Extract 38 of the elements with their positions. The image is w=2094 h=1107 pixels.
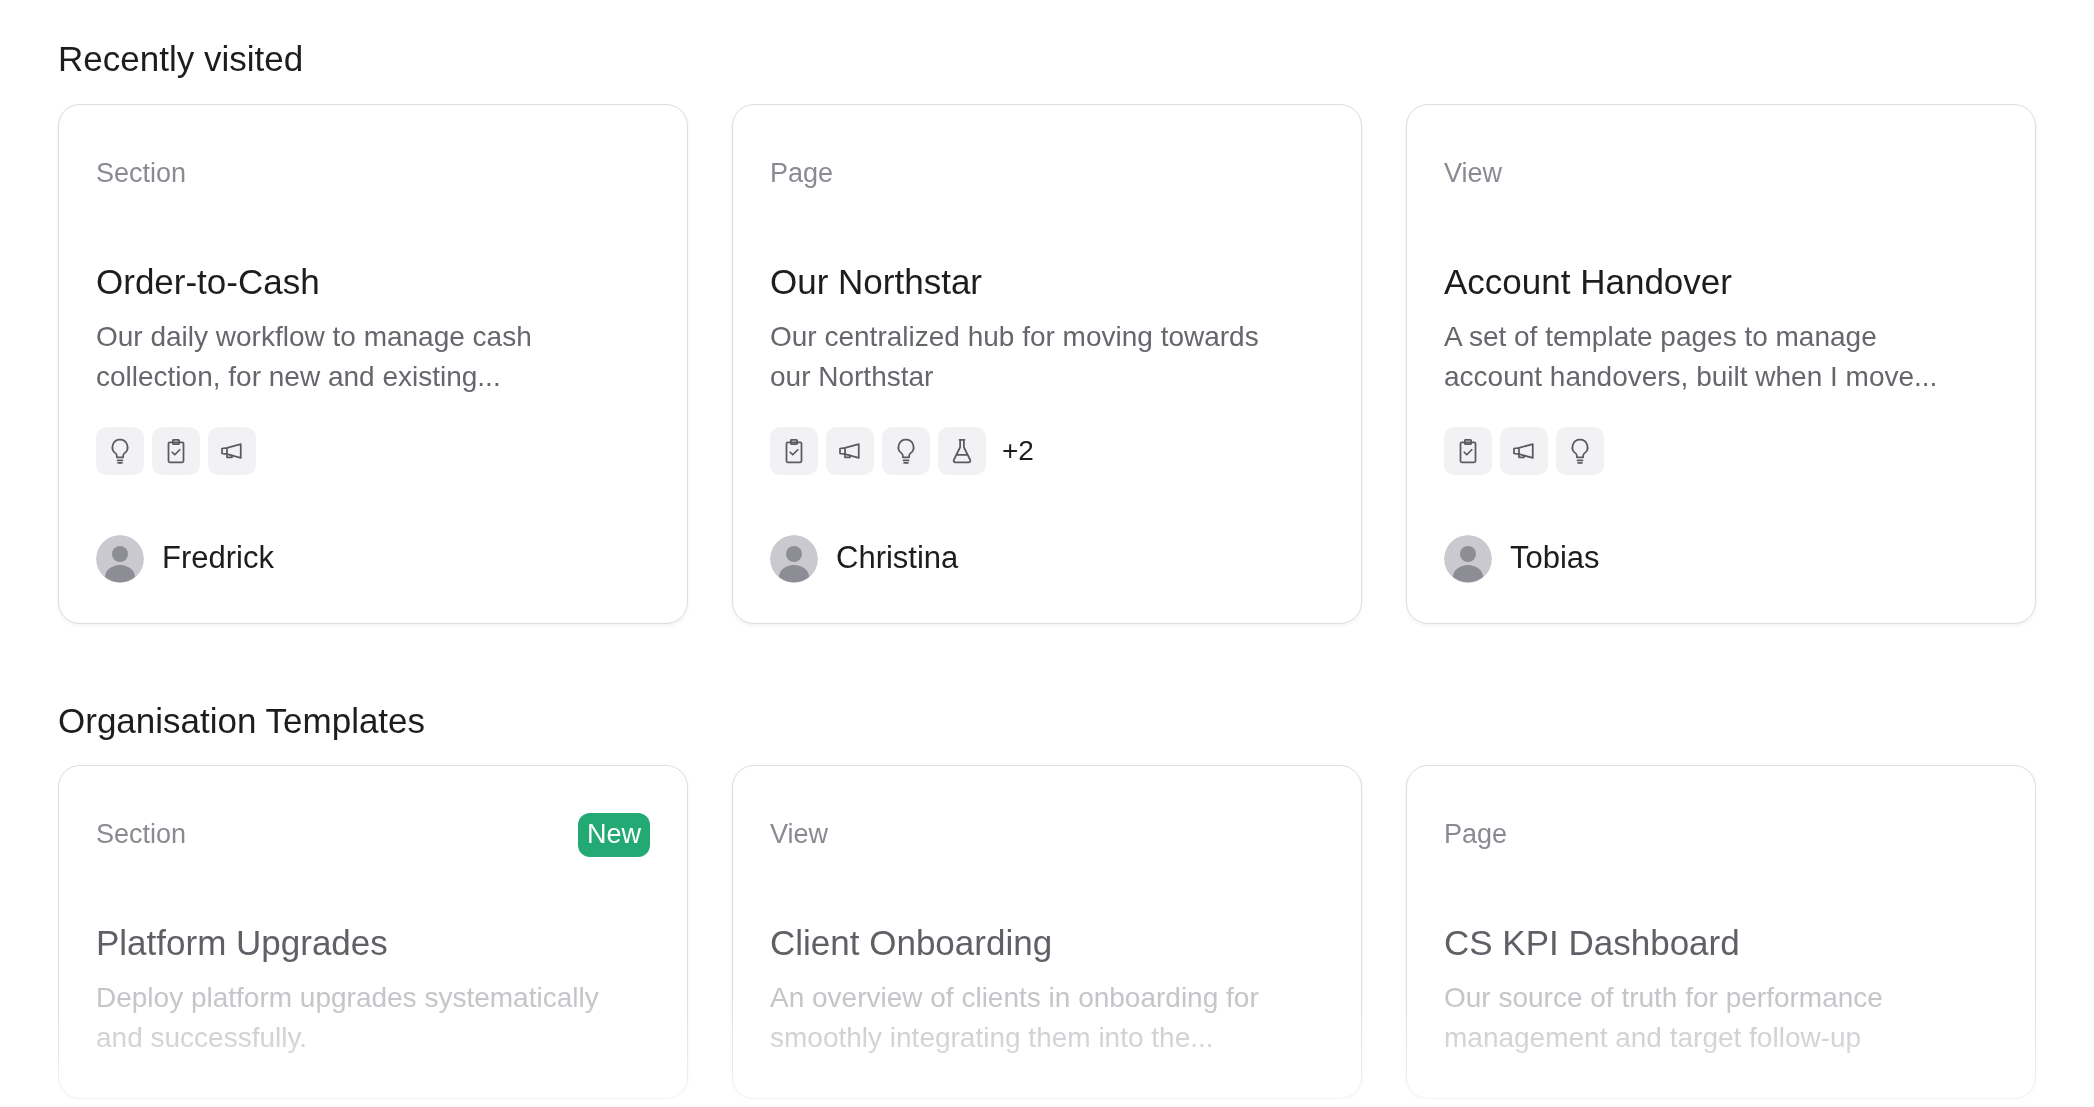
card-title: CS KPI Dashboard — [1444, 922, 1741, 964]
new-badge: New — [578, 813, 650, 857]
card[interactable]: Section Order-to-Cash Our daily workflow to manage cash collection, for new and existing... Fredrick — [58, 103, 688, 624]
megaphone-icon — [208, 426, 256, 475]
clipboard-check-icon — [770, 426, 818, 475]
owner-name: Tobias — [1510, 539, 1600, 578]
lightbulb-icon — [96, 426, 144, 475]
more-count: +2 — [1002, 433, 1034, 468]
card-title: Platform Upgrades — [96, 922, 389, 964]
clipboard-check-icon — [1444, 426, 1492, 475]
avatar — [770, 534, 818, 583]
card[interactable]: Page Our Northstar Our centralized hub for moving towards our Northstar +2 Christina — [732, 103, 1362, 624]
megaphone-icon — [826, 426, 874, 475]
card-title: Account Handover — [1444, 260, 1733, 303]
section-title: Recently visited — [58, 38, 305, 80]
avatar — [1444, 534, 1492, 583]
card-title: Order-to-Cash — [96, 260, 321, 303]
lightbulb-icon — [882, 426, 930, 475]
card[interactable]: View Account Handover A set of template pages to manage account handovers, built when I move... Tobias — [1406, 103, 2036, 624]
lightbulb-icon — [1556, 426, 1604, 475]
section-title: Organisation Templates — [58, 699, 427, 742]
card-title: Client Onboarding — [770, 922, 1054, 964]
clipboard-check-icon — [152, 426, 200, 475]
avatar — [96, 534, 144, 583]
owner-name: Fredrick — [162, 539, 274, 578]
flask-icon — [938, 426, 986, 475]
megaphone-icon — [1500, 426, 1548, 475]
card-type: View — [1444, 156, 1503, 190]
card-description: Our centralized hub for moving towards our Northstar — [770, 319, 1260, 394]
card-type: Page — [1444, 818, 1508, 852]
card-description: A set of template pages to manage account handovers, built when I move... — [1444, 319, 1939, 394]
card-type: View — [770, 818, 829, 852]
owner-name: Christina — [836, 539, 959, 578]
card-type: Page — [770, 156, 834, 190]
card-description: Our daily workflow to manage cash collection, for new and existing... — [96, 319, 533, 394]
card-type: Section — [96, 818, 187, 852]
card-title: Our Northstar — [770, 260, 983, 303]
card-type: Section — [96, 156, 187, 190]
